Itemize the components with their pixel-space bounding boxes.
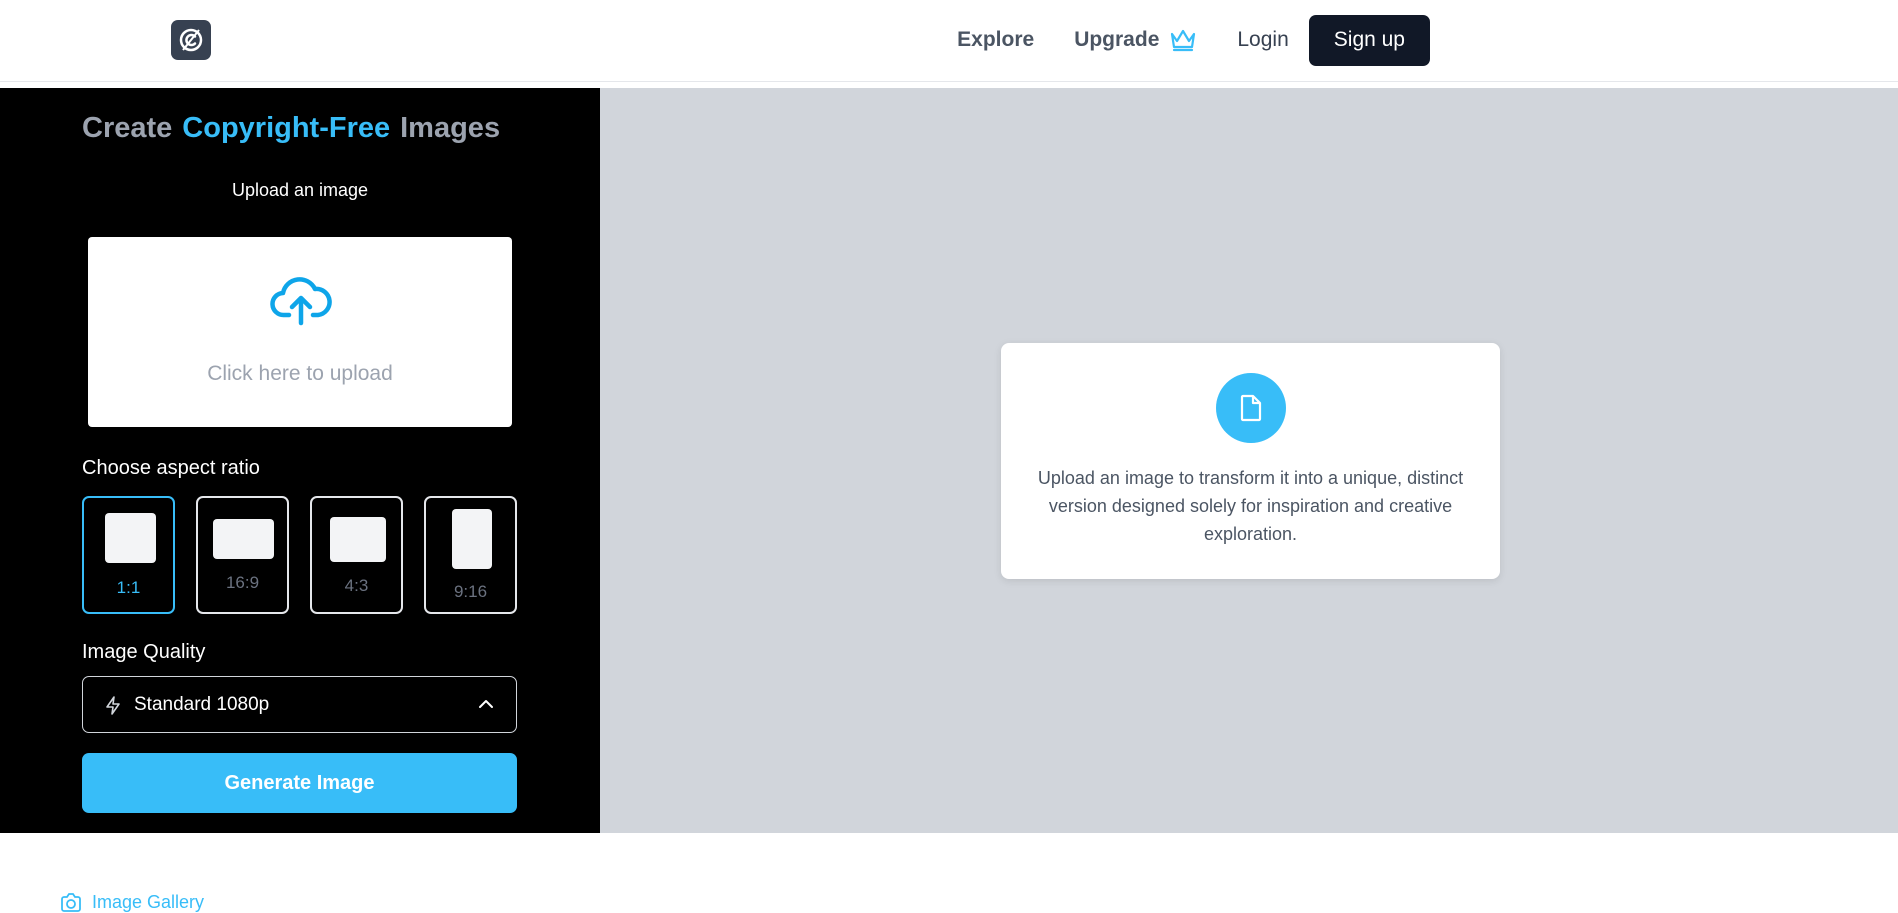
- ratio-label: 9:16: [453, 582, 488, 601]
- aspect-ratio-4-3[interactable]: 4:3: [310, 496, 403, 614]
- empty-state-card: Upload an image to transform it into a u…: [1001, 343, 1500, 579]
- document-icon-badge: [1216, 373, 1286, 443]
- quality-value: Standard 1080p: [134, 694, 270, 715]
- copyright-c-icon: [179, 28, 203, 52]
- cloud-upload-icon: [270, 277, 332, 326]
- ratio-label: 4:3: [344, 576, 369, 595]
- signup-button[interactable]: Sign up: [1308, 14, 1430, 66]
- nav-upgrade-label: Upgrade: [1074, 28, 1160, 51]
- nav-explore[interactable]: Explore: [957, 28, 1034, 52]
- empty-state-text: Upload an image to transform it into a u…: [1037, 468, 1464, 544]
- ratio-tall-preview: [452, 509, 492, 569]
- ratio-standard-preview: [330, 517, 386, 562]
- top-header: Explore Upgrade Login Sign up: [0, 0, 1898, 82]
- aspect-ratio-9-16[interactable]: 9:16: [424, 496, 517, 614]
- title-highlight: Copyright-Free: [182, 112, 391, 144]
- generate-image-button[interactable]: Generate Image: [82, 753, 517, 813]
- chevron-up-icon: [479, 700, 493, 708]
- nav-login[interactable]: Login: [1237, 28, 1288, 52]
- ratio-label: 1:1: [116, 578, 141, 597]
- title-part2: Images: [400, 112, 501, 144]
- gallery-label: Image Gallery: [92, 892, 205, 912]
- preview-area: Upload an image to transform it into a u…: [600, 88, 1898, 833]
- image-gallery-link[interactable]: Image Gallery: [60, 892, 204, 913]
- app-logo[interactable]: [171, 20, 211, 60]
- aspect-ratio-1-1[interactable]: 1:1: [82, 496, 175, 614]
- upload-dropzone[interactable]: Click here to upload: [88, 237, 512, 427]
- lightning-bolt-icon: [106, 696, 120, 715]
- top-nav: Explore Upgrade Login Sign up: [957, 14, 1430, 66]
- aspect-ratio-label: Choose aspect ratio: [82, 457, 260, 479]
- image-quality-label: Image Quality: [82, 641, 206, 663]
- ratio-label: 16:9: [225, 573, 260, 592]
- title-part1: Create: [82, 112, 173, 144]
- ratio-square-preview: [105, 513, 156, 563]
- document-icon: [1240, 394, 1262, 422]
- generator-sidebar: Create Copyright-Free Images Upload an ima…: [0, 88, 600, 833]
- camera-icon: [61, 892, 81, 912]
- upload-text: Click here to upload: [207, 362, 393, 385]
- ratio-wide-preview: [213, 519, 274, 559]
- image-quality-select[interactable]: Standard 1080p: [82, 676, 517, 733]
- aspect-ratio-16-9[interactable]: 16:9: [196, 496, 289, 614]
- crown-icon: [1171, 29, 1196, 52]
- upload-label: Upload an image: [231, 180, 369, 200]
- page-title: Create Copyright-Free Images: [82, 112, 518, 145]
- nav-upgrade[interactable]: Upgrade: [1074, 28, 1197, 52]
